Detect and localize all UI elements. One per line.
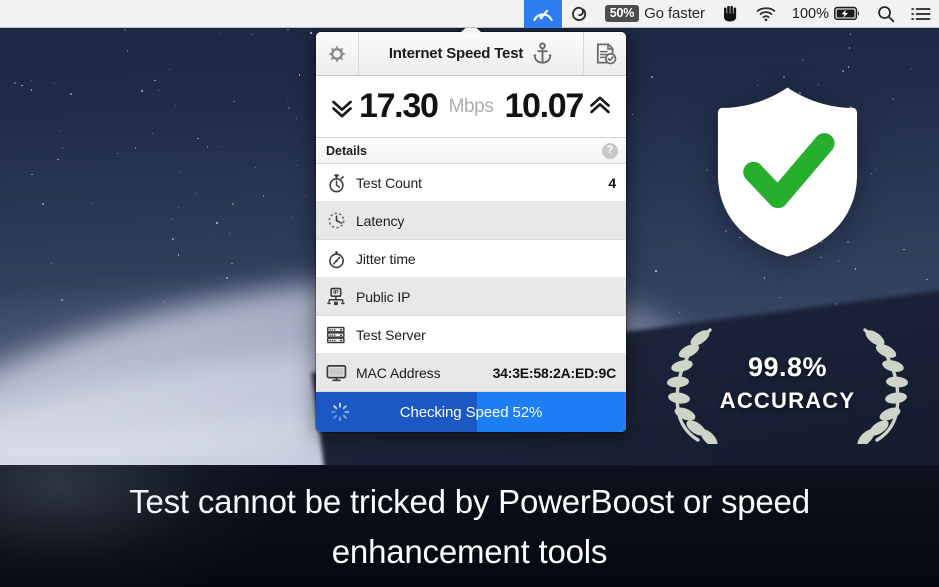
detail-value: 34:3E:58:2A:ED:9C bbox=[492, 364, 617, 381]
accuracy-percent: 99.8% bbox=[747, 352, 828, 382]
chevron-double-down-icon bbox=[332, 100, 352, 117]
detail-label: Public IP bbox=[356, 288, 411, 305]
swirl-menu-icon[interactable] bbox=[562, 0, 597, 28]
wifi-icon[interactable] bbox=[748, 0, 784, 28]
detail-value: 4 bbox=[608, 174, 616, 191]
popover-header: Internet Speed Test bbox=[316, 32, 626, 76]
chevron-double-up-icon bbox=[590, 96, 610, 113]
detail-row-mac-address[interactable]: MAC Address 34:3E:58:2A:ED:9C bbox=[316, 354, 626, 392]
swirl-icon bbox=[571, 6, 586, 21]
speed-summary: 17.30 Mbps 10.07 bbox=[316, 76, 626, 138]
detail-label: Test Count bbox=[356, 174, 422, 191]
go-faster-label: Go faster bbox=[644, 5, 705, 22]
battery-status[interactable]: 100% bbox=[784, 0, 869, 28]
popover-title-group: Internet Speed Test bbox=[359, 32, 583, 75]
search-icon bbox=[878, 5, 895, 22]
progress-label: Checking Speed 52% bbox=[399, 403, 543, 421]
speedometer-icon bbox=[533, 9, 553, 21]
speed-test-popover: Internet Speed Test 17.30 Mbps 10.07 Det… bbox=[316, 23, 626, 432]
help-icon[interactable]: ? bbox=[602, 142, 618, 159]
detail-row-public-ip[interactable]: IP Public IP bbox=[316, 278, 626, 316]
battery-charging-icon bbox=[834, 6, 860, 21]
svg-text:IP: IP bbox=[333, 290, 339, 296]
laurel-icon bbox=[853, 324, 915, 447]
settings-button[interactable] bbox=[316, 32, 359, 75]
go-faster-item[interactable]: 50% Go faster bbox=[597, 0, 713, 28]
wifi-icon bbox=[756, 6, 776, 21]
monitor-icon bbox=[325, 364, 347, 382]
speedtest-menu-icon[interactable] bbox=[523, 0, 562, 28]
detail-label: Latency bbox=[356, 212, 405, 229]
jitter-icon bbox=[325, 249, 347, 269]
battery-percent-label: 100% bbox=[791, 5, 829, 22]
detail-row-jitter-time[interactable]: Jitter time bbox=[316, 240, 626, 278]
document-check-icon bbox=[596, 43, 616, 65]
caption-text: Test cannot be tricked by PowerBoost or … bbox=[129, 483, 810, 570]
latency-icon bbox=[325, 211, 347, 230]
shield-check-icon bbox=[705, 82, 870, 262]
spotlight-search-icon[interactable] bbox=[869, 0, 903, 28]
anchor-icon[interactable] bbox=[532, 42, 553, 65]
spinner-icon bbox=[324, 402, 356, 422]
laurel-icon bbox=[660, 324, 722, 447]
accuracy-badge: 99.8% ACCURACY bbox=[660, 318, 915, 448]
detail-label: MAC Address bbox=[356, 364, 441, 381]
go-faster-badge: 50% bbox=[604, 5, 640, 22]
download-speed-value: 17.30 bbox=[358, 87, 439, 125]
hand-cursor-icon[interactable] bbox=[713, 0, 748, 28]
stopwatch-icon bbox=[325, 173, 347, 193]
details-section-header: Details ? bbox=[316, 138, 626, 164]
detail-label: Jitter time bbox=[356, 250, 416, 267]
detail-row-latency[interactable]: Latency bbox=[316, 202, 626, 240]
speed-unit-label: Mbps bbox=[448, 95, 494, 117]
detail-label: Test Server bbox=[356, 326, 426, 343]
caption-banner: Test cannot be tricked by PowerBoost or … bbox=[0, 456, 939, 587]
detail-row-test-count[interactable]: Test Count 4 bbox=[316, 164, 626, 202]
report-button[interactable] bbox=[583, 32, 626, 75]
public-ip-icon: IP bbox=[325, 287, 347, 307]
upload-speed-value: 10.07 bbox=[504, 87, 584, 125]
accuracy-label: ACCURACY bbox=[719, 388, 856, 413]
progress-bar[interactable]: Checking Speed 52% bbox=[316, 392, 626, 432]
hand-icon bbox=[723, 5, 737, 22]
list-icon bbox=[911, 7, 931, 20]
macos-menu-bar: 50% Go faster 100% bbox=[0, 0, 939, 28]
control-center-icon[interactable] bbox=[903, 0, 939, 28]
popover-title: Internet Speed Test bbox=[388, 45, 524, 62]
details-title: Details bbox=[326, 143, 367, 158]
detail-row-test-server[interactable]: Test Server bbox=[316, 316, 626, 354]
gear-icon bbox=[328, 44, 346, 63]
server-icon bbox=[325, 326, 347, 344]
